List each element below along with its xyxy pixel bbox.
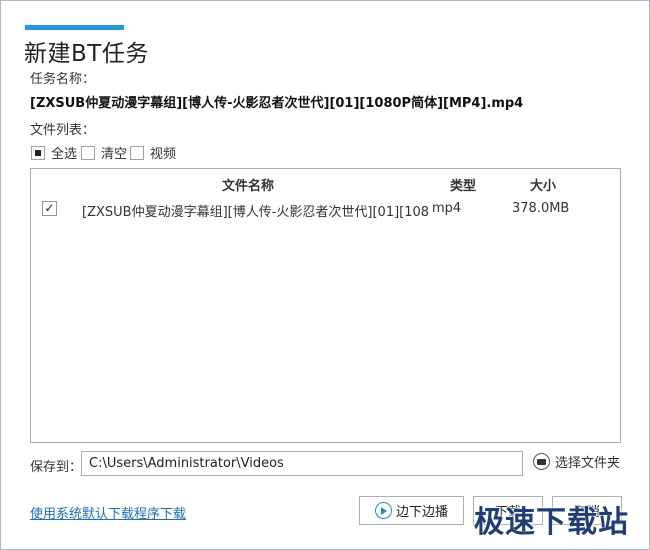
clear-checkbox[interactable] — [81, 145, 95, 160]
filter-select-all[interactable]: 全选 — [31, 143, 77, 162]
video-checkbox[interactable] — [130, 145, 144, 160]
play-while-download-button[interactable]: 边下边播 — [359, 496, 464, 525]
file-row-checkbox[interactable]: ✓ — [42, 201, 57, 216]
filter-video[interactable]: 视频 — [130, 143, 176, 162]
play-while-download-label: 边下边播 — [395, 505, 448, 520]
column-header-type[interactable]: 类型 — [450, 175, 476, 194]
select-all-checkbox[interactable] — [31, 145, 45, 160]
dialog-title: 新建BT任务 — [24, 41, 149, 67]
choose-folder-label: 选择文件夹 — [555, 456, 621, 471]
column-header-size[interactable]: 大小 — [530, 175, 556, 194]
file-list-label: 文件列表： — [30, 123, 96, 138]
clear-label: 清空 — [101, 147, 128, 162]
folder-icon — [533, 453, 550, 470]
title-accent-bar — [25, 25, 124, 30]
save-to-label: 保存到： — [30, 460, 83, 475]
choose-folder-button[interactable]: 选择文件夹 — [533, 452, 620, 471]
file-list[interactable]: 文件名称 类型 大小 ✓ [ZXSUB仲夏动漫字幕组][博人传-火影忍者次世代]… — [30, 168, 621, 443]
video-label: 视频 — [150, 147, 177, 162]
save-path-input[interactable]: C:\Users\Administrator\Videos — [81, 451, 523, 476]
task-name-value: [ZXSUB仲夏动漫字幕组][博人传-火影忍者次世代][01][1080P简体]… — [30, 96, 524, 111]
task-name-label: 任务名称： — [30, 72, 96, 87]
select-all-label: 全选 — [51, 147, 78, 162]
file-row-type: mp4 — [432, 201, 462, 216]
column-header-name[interactable]: 文件名称 — [222, 175, 274, 194]
file-row-name[interactable]: [ZXSUB仲夏动漫字幕组][博人传-火影忍者次世代][01][108 — [82, 201, 429, 220]
file-row-size: 378.0MB — [512, 201, 570, 216]
play-icon — [374, 502, 392, 519]
use-default-downloader-link[interactable]: 使用系统默认下载程序下载 — [30, 503, 186, 522]
filter-clear[interactable]: 清空 — [81, 143, 127, 162]
watermark-logo: 极速下载站 — [474, 505, 629, 540]
